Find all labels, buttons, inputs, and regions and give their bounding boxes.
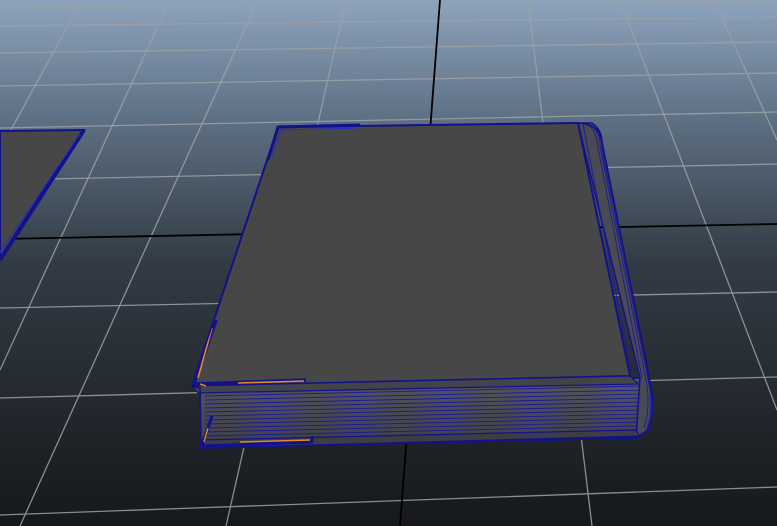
viewport-canvas[interactable] xyxy=(0,0,777,526)
3d-viewport[interactable] xyxy=(0,0,777,526)
